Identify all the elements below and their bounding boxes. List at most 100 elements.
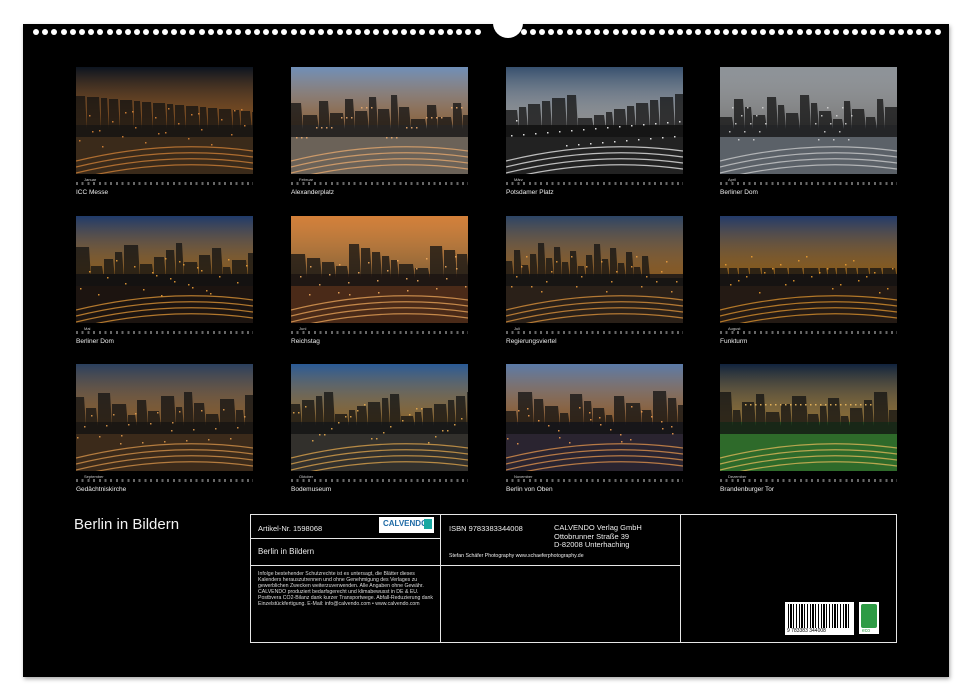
month-tile: Juni Reichstag — [291, 216, 468, 356]
window-light — [368, 262, 370, 264]
window-light — [338, 422, 340, 424]
window-light — [636, 256, 638, 258]
binding-hole — [815, 29, 821, 35]
binding-hole — [355, 29, 361, 35]
binding-hole — [125, 29, 131, 35]
divider — [440, 565, 680, 566]
month-photo — [720, 67, 897, 174]
window-light — [293, 412, 295, 414]
photo-scene — [76, 67, 253, 174]
window-light — [416, 127, 418, 129]
window-light — [371, 438, 373, 440]
window-light — [827, 268, 829, 270]
window-light — [371, 107, 373, 109]
binding-hole — [529, 29, 536, 35]
window-light — [546, 281, 548, 283]
month-photo — [506, 364, 683, 471]
window-light — [387, 270, 389, 272]
window-light — [661, 271, 663, 273]
binding-hole — [566, 29, 573, 35]
window-light — [523, 134, 525, 136]
window-light — [350, 416, 352, 418]
window-light — [349, 294, 351, 296]
window-light — [819, 272, 821, 274]
window-light — [143, 289, 145, 291]
window-light — [810, 404, 812, 406]
photo-caption: Potsdamer Platz — [506, 189, 554, 196]
window-light — [790, 404, 792, 406]
month-calendar-strip: Mai — [76, 326, 253, 336]
window-light — [230, 438, 232, 440]
window-light — [785, 284, 787, 286]
month-photo — [291, 216, 468, 323]
window-light — [616, 271, 618, 273]
window-light — [436, 288, 438, 290]
window-light — [231, 134, 233, 136]
binding-hole — [879, 29, 886, 35]
window-light — [738, 280, 740, 282]
window-light — [590, 143, 592, 145]
window-light — [780, 264, 782, 266]
window-light — [821, 115, 823, 117]
window-light — [824, 131, 826, 133]
window-light — [378, 292, 380, 294]
window-light — [586, 266, 588, 268]
window-light — [874, 272, 876, 274]
photo-scene — [720, 216, 897, 323]
month-tile: Dezember Brandenburger Tor — [720, 364, 897, 504]
photo-caption: Berliner Dom — [720, 189, 758, 196]
info-box: Artikel-Nr. 1598068 CALVENDO Berlin in B… — [250, 514, 897, 643]
window-light — [744, 131, 746, 133]
window-light — [174, 281, 176, 283]
calendar-title: Berlin in Bildern — [74, 516, 180, 533]
photo-scene — [76, 364, 253, 471]
window-light — [171, 430, 173, 432]
window-light — [845, 404, 847, 406]
window-light — [442, 430, 444, 432]
window-light — [351, 117, 353, 119]
window-light — [339, 264, 341, 266]
window-light — [158, 133, 160, 135]
binding-hole — [97, 29, 104, 35]
book-title: Berlin in Bildern — [258, 547, 315, 556]
window-light — [892, 268, 894, 270]
window-light — [839, 131, 841, 133]
window-light — [745, 404, 747, 406]
window-light — [521, 266, 523, 268]
window-light — [321, 127, 323, 129]
binding-hole — [336, 29, 343, 35]
window-light — [319, 434, 321, 436]
window-light — [456, 107, 458, 109]
binding-hole — [594, 29, 601, 35]
isbn: ISBN 9783383344008 — [449, 524, 523, 533]
window-light — [578, 144, 580, 146]
window-light — [599, 417, 601, 419]
window-light — [134, 266, 136, 268]
month-photo — [720, 216, 897, 323]
window-light — [310, 266, 312, 268]
day-row — [720, 479, 897, 482]
logo-text: CALVENDO — [383, 519, 428, 528]
window-light — [102, 146, 104, 148]
binding-hole — [640, 29, 647, 35]
window-light — [191, 114, 193, 116]
binding-hole — [253, 29, 260, 35]
binding-hole — [548, 29, 555, 35]
window-light — [832, 288, 834, 290]
window-light — [377, 280, 379, 282]
window-light — [887, 288, 889, 290]
binding-hole — [88, 29, 95, 35]
window-light — [511, 135, 513, 137]
window-light — [666, 261, 668, 263]
window-light — [296, 137, 298, 139]
month-calendar-strip: April — [720, 177, 897, 187]
photo-caption: Regierungsviertel — [506, 338, 557, 345]
window-light — [155, 117, 157, 119]
window-light — [795, 404, 797, 406]
window-light — [348, 282, 350, 284]
window-light — [671, 291, 673, 293]
window-light — [631, 406, 633, 408]
window-light — [201, 410, 203, 412]
window-light — [511, 286, 513, 288]
binding-hole — [106, 29, 113, 35]
